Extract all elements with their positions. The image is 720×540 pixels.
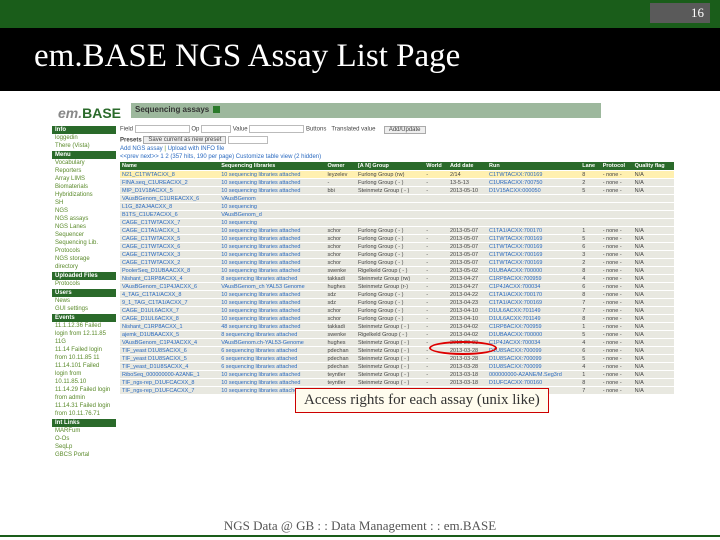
sidebar-item[interactable]: O-Os: [52, 435, 116, 443]
preset-name-input[interactable]: [228, 136, 268, 144]
table-row[interactable]: L1G_82AJ4ACXX_810 sequencing: [120, 203, 674, 211]
table-row[interactable]: TIF_ngs-rep_D1UFCACXX_810 sequencing lib…: [120, 379, 674, 387]
table-row[interactable]: TIF_yeast D1U8SACXX_56 sequencing librar…: [120, 355, 674, 363]
highlight-circle: [429, 341, 497, 355]
filter-value-input[interactable]: [249, 125, 304, 133]
sidebar-item[interactable]: Reporters: [52, 167, 116, 175]
sidebar-item[interactable]: loggedin: [52, 134, 116, 142]
table-row[interactable]: CAGE_C1TWTACXX_510 sequencing libraries …: [120, 235, 674, 243]
page-number: 16: [650, 3, 710, 23]
table-row[interactable]: VAusBGenom_C1P4JACXX_6VAusBGenom_ch YAL5…: [120, 283, 674, 291]
slide-footer: NGS Data @ GB : : Data Management : : em…: [0, 518, 720, 534]
sidebar-item[interactable]: NGS assays: [52, 215, 116, 223]
table-row[interactable]: CAGE_C1TWTACXX_310 sequencing libraries …: [120, 251, 674, 259]
expand-icon[interactable]: [213, 106, 220, 113]
col-header[interactable]: Owner: [325, 162, 356, 171]
sidebar-item[interactable]: Protocols: [52, 280, 116, 288]
table-row[interactable]: Nishant_C1RP8ACXX_48 sequencing librarie…: [120, 275, 674, 283]
table-row[interactable]: TIF_yeast_D1U8SACXX_46 sequencing librar…: [120, 363, 674, 371]
presets-row: Presets Save current as new preset: [120, 136, 674, 145]
col-header[interactable]: Add date: [448, 162, 487, 171]
col-header[interactable]: Protocol: [601, 162, 633, 171]
table-row[interactable]: RiboSeq_000000000-A2ANE_110 sequencing l…: [120, 371, 674, 379]
table-row[interactable]: VAusBGenom_C1UREACXX_6VAusBGenom: [120, 195, 674, 203]
filter-field-input[interactable]: [135, 125, 190, 133]
col-header[interactable]: Quality flag: [633, 162, 674, 171]
sidebar-item[interactable]: There (Vista): [52, 142, 116, 150]
sidebar-header: Info: [52, 126, 116, 134]
save-preset-button[interactable]: Save current as new preset: [143, 136, 226, 144]
table-row[interactable]: VAusBGenom_C1P4JACXX_4VAusBGenom.ch-YAL5…: [120, 339, 674, 347]
sidebar: InfologgedinThere (Vista)MenuVocabularyR…: [52, 125, 116, 459]
sidebar-item[interactable]: NGS storage directory: [52, 255, 116, 271]
table-row[interactable]: MIP_D1V18ACXX_510 sequencing libraries a…: [120, 187, 674, 195]
add-update-button[interactable]: Add/Update: [384, 126, 426, 134]
sidebar-item[interactable]: Hybridizations: [52, 191, 116, 199]
embase-logo: em.BASE: [52, 103, 127, 123]
col-header[interactable]: Name: [120, 162, 219, 171]
col-header[interactable]: World: [424, 162, 448, 171]
sidebar-item[interactable]: 11.14.31 Failed login from 10.11.76.71: [52, 402, 116, 418]
sidebar-item[interactable]: 11.1.12.36 Failed login from 12.11.85 11…: [52, 322, 116, 346]
sidebar-item[interactable]: SH: [52, 199, 116, 207]
col-header[interactable]: Sequencing libraries: [219, 162, 325, 171]
sidebar-item[interactable]: 11.14.101 Failed login from 10.11.85.10: [52, 362, 116, 386]
sidebar-header: Events: [52, 314, 116, 322]
table-row[interactable]: CAGE_C1TWTACXX_710 sequencing: [120, 219, 674, 227]
filter-row: Field Op Value Buttons Translated value …: [120, 125, 674, 134]
sidebar-header: Menu: [52, 151, 116, 159]
add-ngs-assay-link[interactable]: Add NGS assay: [120, 146, 163, 152]
sidebar-item[interactable]: Protocols: [52, 247, 116, 255]
col-header[interactable]: Run: [487, 162, 580, 171]
table-row[interactable]: CAGE_C1TWTACXX_610 sequencing libraries …: [120, 243, 674, 251]
table-row[interactable]: B1TS_C1UE7ACXX_6VAusBGenom_d: [120, 211, 674, 219]
assay-table: NameSequencing librariesOwner[A N] Group…: [120, 162, 674, 394]
table-row[interactable]: N21_C1TWTACXX_810 sequencing libraries a…: [120, 171, 674, 179]
sidebar-item[interactable]: Sequencer: [52, 231, 116, 239]
table-row[interactable]: CAGE_D1UL6ACXX_810 sequencing libraries …: [120, 315, 674, 323]
table-row[interactable]: CAGE_C1TWTACXX_210 sequencing libraries …: [120, 259, 674, 267]
callout-annotation: Access rights for each assay (unix like): [295, 388, 549, 413]
sidebar-item[interactable]: Biomaterials: [52, 183, 116, 191]
table-row[interactable]: PoolerSeq_D1UBAACXX_810 sequencing libra…: [120, 267, 674, 275]
sidebar-item[interactable]: Array LIMS: [52, 175, 116, 183]
sidebar-header: Int Links: [52, 419, 116, 427]
slide-title: em.BASE NGS Assay List Page: [0, 28, 720, 91]
table-row[interactable]: 4_TAG_C1TA1/ACXX_810 sequencing librarie…: [120, 291, 674, 299]
paging-links[interactable]: <<prev next>> 1 2 (357 hits, 190 per pag…: [120, 154, 236, 160]
panel-title-bar: Sequencing assays: [131, 103, 601, 118]
table-row[interactable]: Nishant_C1RP8ACXX_148 sequencing librari…: [120, 323, 674, 331]
embase-screenshot: em.BASE Sequencing assays InfologgedinTh…: [0, 99, 720, 463]
table-row[interactable]: FINA.seq_C1UREACXX_210 sequencing librar…: [120, 179, 674, 187]
filter-op-input[interactable]: [201, 125, 231, 133]
sidebar-header: Users: [52, 289, 116, 297]
table-row[interactable]: CAGE_C1TA1/ACXX_110 sequencing libraries…: [120, 227, 674, 235]
sidebar-item[interactable]: NGS Lanes: [52, 223, 116, 231]
upload-info-link[interactable]: Upload with INFO file: [168, 146, 225, 152]
sidebar-item[interactable]: Vocabulary: [52, 159, 116, 167]
sidebar-item[interactable]: NGS: [52, 207, 116, 215]
sidebar-item[interactable]: MARFum: [52, 427, 116, 435]
slide-top-accent: 16: [0, 0, 720, 28]
sidebar-item[interactable]: 11.14 Failed login from 10.11.85 11: [52, 346, 116, 362]
sidebar-header: Uploaded Files: [52, 272, 116, 280]
table-row[interactable]: CAGE_D1UL6ACXX_710 sequencing libraries …: [120, 307, 674, 315]
sidebar-item[interactable]: News: [52, 297, 116, 305]
sidebar-item[interactable]: SeqLp: [52, 443, 116, 451]
sidebar-item[interactable]: GBCS Portal: [52, 451, 116, 459]
col-header[interactable]: [A N] Group: [356, 162, 424, 171]
table-row[interactable]: TIF_yeast D1U8SACXX_66 sequencing librar…: [120, 347, 674, 355]
sidebar-item[interactable]: Sequencing Lib.: [52, 239, 116, 247]
col-header[interactable]: Lane: [580, 162, 600, 171]
customize-table-link[interactable]: Customize table view (2 hidden): [236, 154, 321, 160]
table-row[interactable]: ajemk_D1UBAACXX_58 sequencing libraries …: [120, 331, 674, 339]
sidebar-item[interactable]: 11.14.29 Failed login from admin: [52, 386, 116, 402]
sidebar-item[interactable]: GUI settings: [52, 305, 116, 313]
table-row[interactable]: 9_1_TAG_C1TA1/ACXX_710 sequencing librar…: [120, 299, 674, 307]
slide-bottom-accent: [0, 535, 720, 537]
